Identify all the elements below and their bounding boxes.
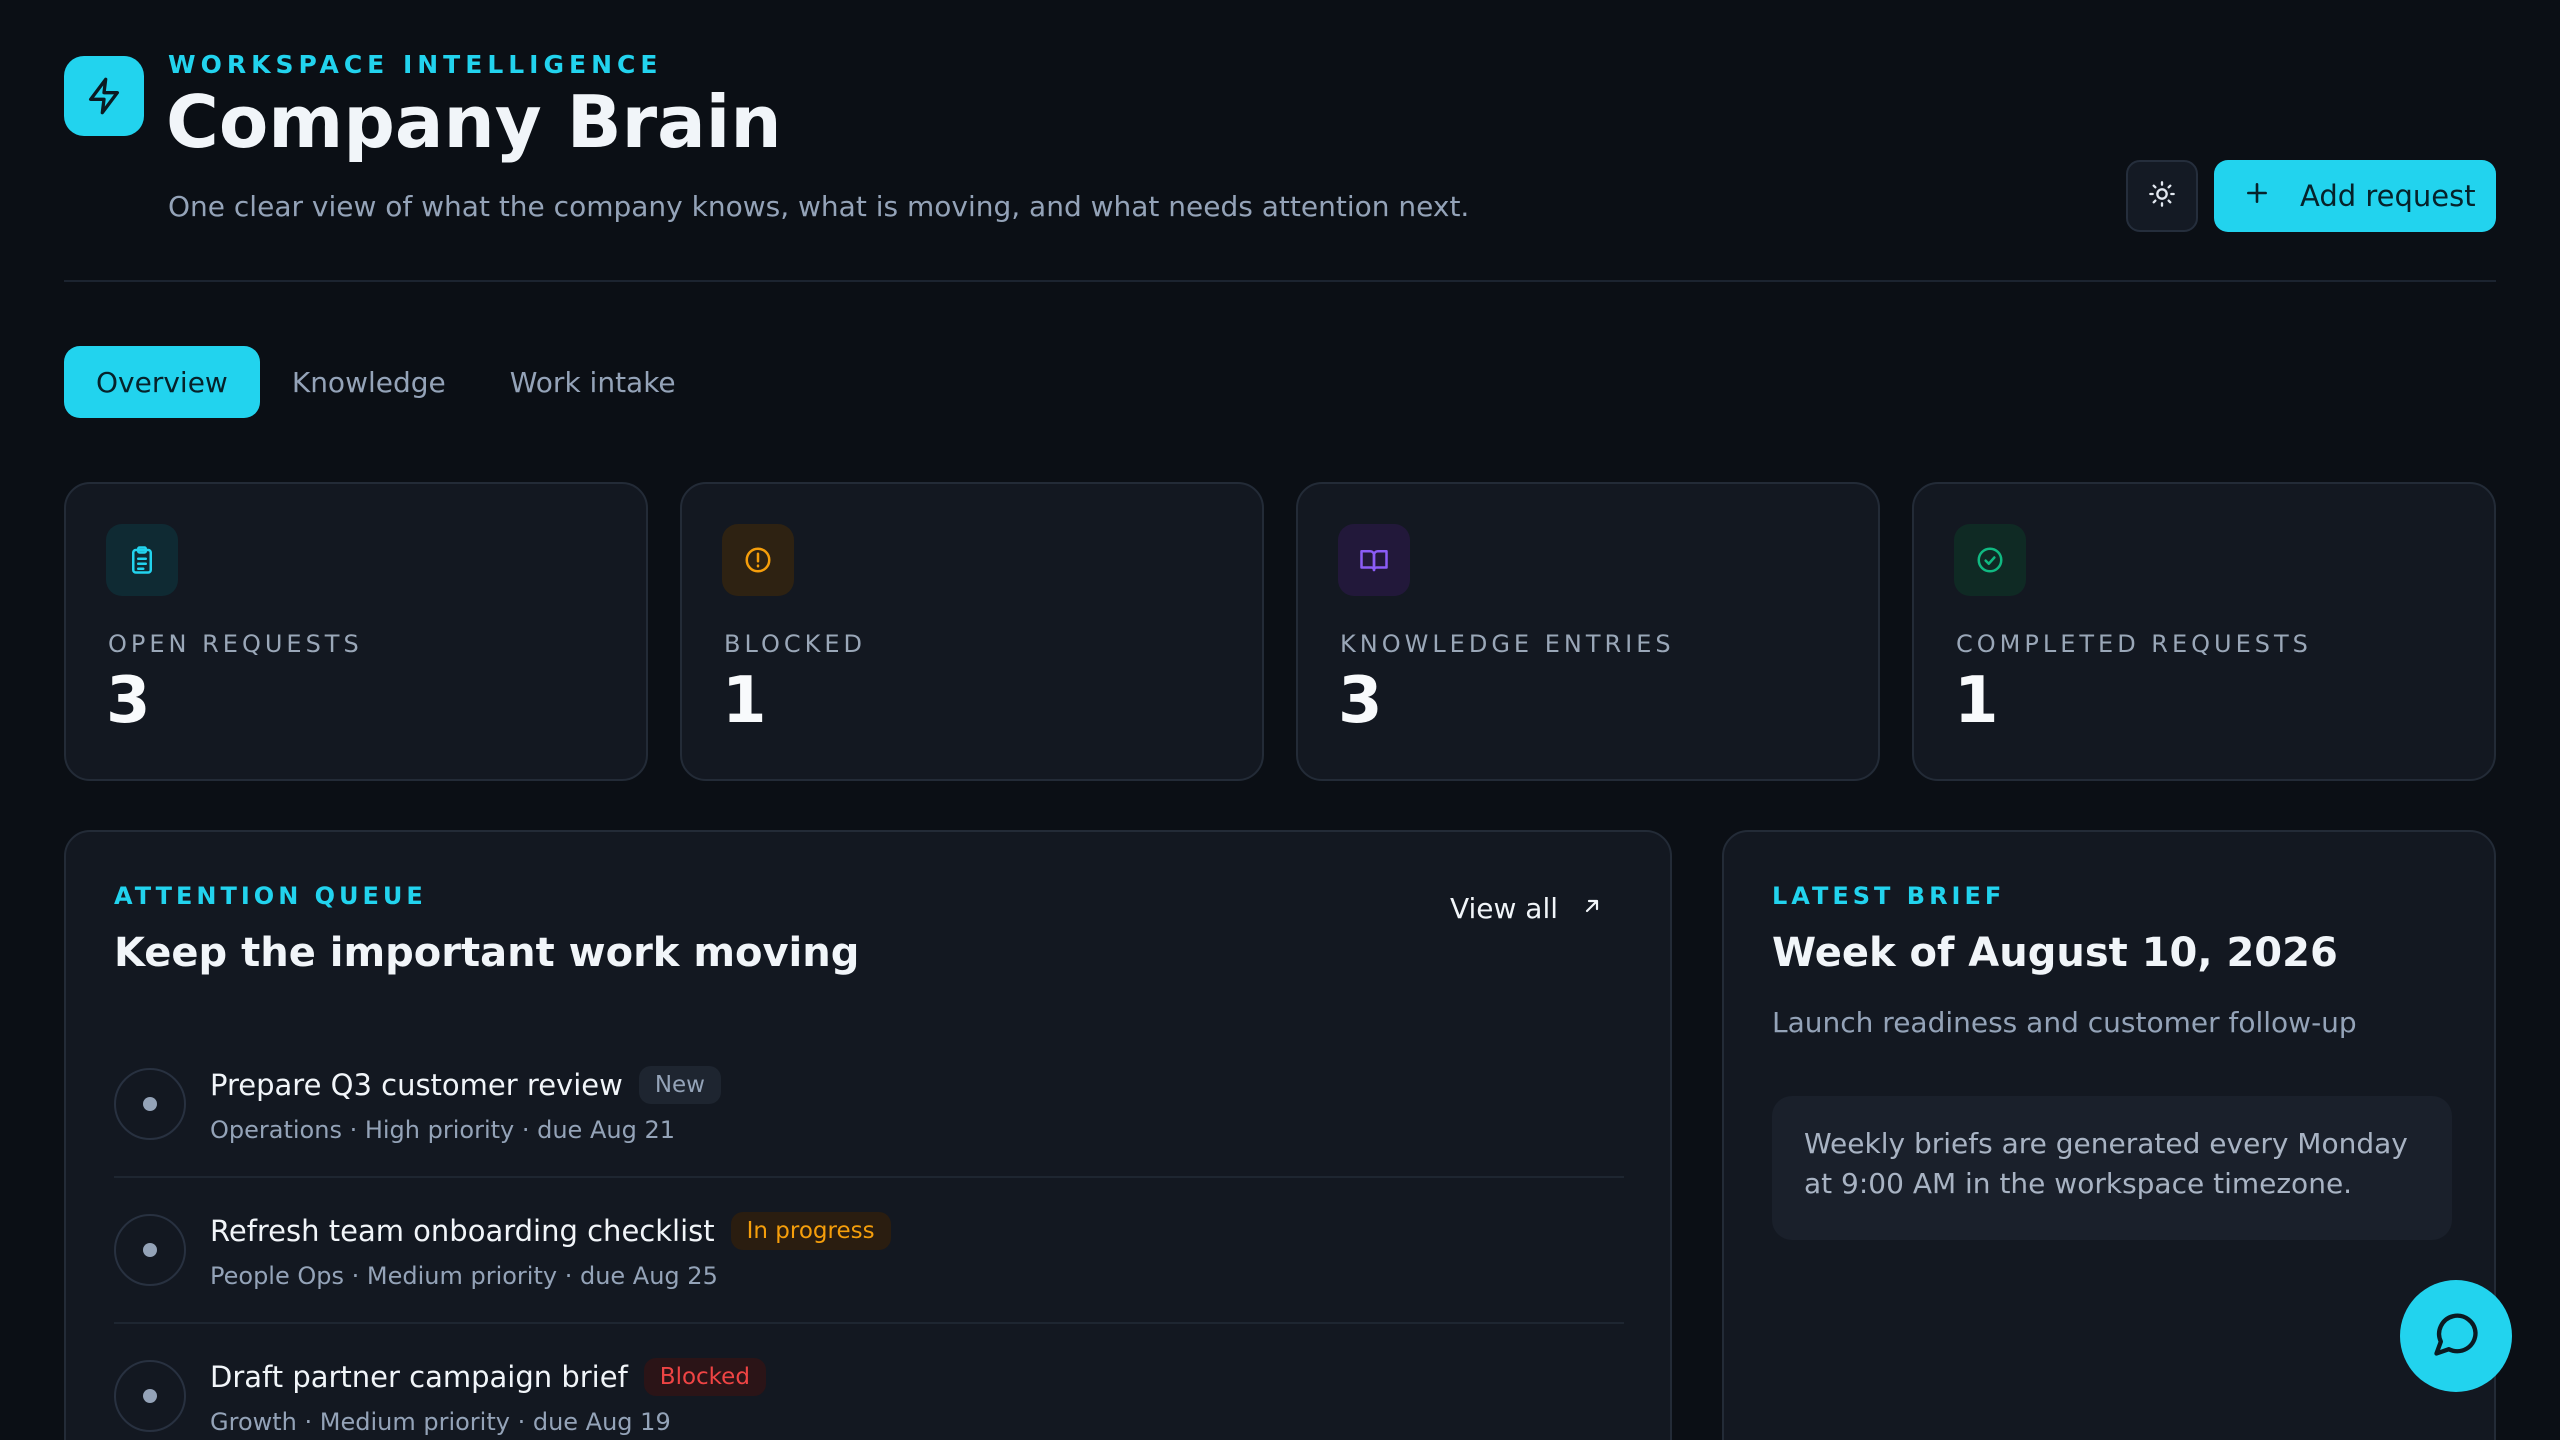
alert-circle-icon — [722, 524, 794, 596]
stat-card-knowledge-entries: KNOWLEDGE ENTRIES 3 — [1296, 482, 1880, 781]
lightning-bolt-icon — [64, 56, 144, 136]
list-item[interactable]: Draft partner campaign brief Blocked Gro… — [114, 1324, 1624, 1440]
latest-brief-panel: LATEST BRIEF Week of August 10, 2026 Lau… — [1722, 830, 2496, 1440]
status-badge: New — [638, 1066, 721, 1104]
book-open-icon — [1338, 524, 1410, 596]
tab-overview[interactable]: Overview — [64, 346, 260, 418]
brief-eyebrow: LATEST BRIEF — [1772, 882, 2006, 910]
tab-work-intake[interactable]: Work intake — [478, 346, 708, 418]
view-all-label: View all — [1449, 892, 1558, 925]
stat-value: 1 — [722, 664, 767, 738]
attention-title: Keep the important work moving — [114, 930, 860, 976]
brief-title: Week of August 10, 2026 — [1772, 930, 2338, 976]
add-request-label: Add request — [2300, 179, 2476, 213]
page-title: Company Brain — [166, 80, 782, 164]
list-item[interactable]: Prepare Q3 customer review New Operation… — [114, 1032, 1624, 1178]
stat-label: KNOWLEDGE ENTRIES — [1340, 630, 1675, 658]
stat-card-blocked: BLOCKED 1 — [680, 482, 1264, 781]
stat-label: COMPLETED REQUESTS — [1956, 630, 2312, 658]
item-title: Draft partner campaign brief — [210, 1360, 628, 1394]
page-subtitle: One clear view of what the company knows… — [168, 190, 1470, 223]
status-badge: In progress — [730, 1212, 891, 1250]
attention-list: Prepare Q3 customer review New Operation… — [114, 1032, 1624, 1440]
list-item[interactable]: Refresh team onboarding checklist In pro… — [114, 1178, 1624, 1324]
item-meta: People Ops · Medium priority · due Aug 2… — [210, 1262, 718, 1290]
brief-schedule-note: Weekly briefs are generated every Monday… — [1772, 1096, 2452, 1240]
chat-bubble-icon — [2430, 1308, 2482, 1364]
page: WORKSPACE INTELLIGENCE Company Brain One… — [64, 0, 2496, 1440]
attention-queue-panel: ATTENTION QUEUE Keep the important work … — [64, 830, 1672, 1440]
attention-eyebrow: ATTENTION QUEUE — [114, 882, 427, 910]
item-meta: Growth · Medium priority · due Aug 19 — [210, 1408, 671, 1436]
stat-card-open-requests: OPEN REQUESTS 3 — [64, 482, 648, 781]
sun-icon — [2148, 180, 2176, 212]
add-request-button[interactable]: Add request — [2214, 160, 2496, 232]
stat-value: 3 — [1338, 664, 1383, 738]
header-divider — [64, 280, 2496, 282]
item-title: Prepare Q3 customer review — [210, 1068, 623, 1102]
stat-label: OPEN REQUESTS — [108, 630, 363, 658]
item-meta: Operations · High priority · due Aug 21 — [210, 1116, 675, 1144]
status-badge: Blocked — [643, 1358, 766, 1396]
brief-subtitle: Launch readiness and customer follow-up — [1772, 1006, 2357, 1039]
stat-value: 3 — [106, 664, 151, 738]
plus-icon — [2244, 179, 2270, 213]
stat-label: BLOCKED — [724, 630, 867, 658]
status-dot-icon[interactable] — [114, 1360, 186, 1432]
chat-button[interactable] — [2400, 1280, 2512, 1392]
header-eyebrow: WORKSPACE INTELLIGENCE — [168, 50, 663, 79]
stat-value: 1 — [1954, 664, 1999, 738]
arrow-up-right-icon — [1580, 892, 1604, 925]
clipboard-icon — [106, 524, 178, 596]
status-dot-icon[interactable] — [114, 1068, 186, 1140]
item-title: Refresh team onboarding checklist — [210, 1214, 715, 1248]
stat-card-completed-requests: COMPLETED REQUESTS 1 — [1912, 482, 2496, 781]
tab-knowledge[interactable]: Knowledge — [260, 346, 478, 418]
tab-bar: Overview Knowledge Work intake — [64, 346, 708, 418]
view-all-link[interactable]: View all — [1450, 892, 1604, 925]
check-circle-icon — [1954, 524, 2026, 596]
theme-toggle-button[interactable] — [2126, 160, 2198, 232]
status-dot-icon[interactable] — [114, 1214, 186, 1286]
